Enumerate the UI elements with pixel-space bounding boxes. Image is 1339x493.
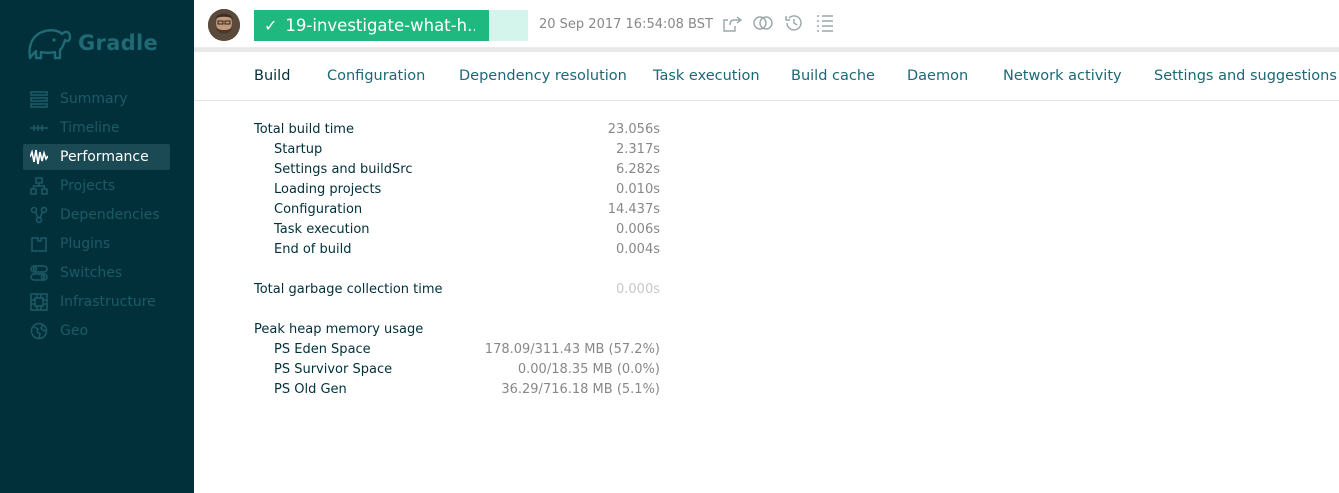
build-outcome-pill: ✓ 19-investigate-what-h... bbox=[254, 10, 528, 41]
row-label: End of build bbox=[274, 242, 352, 257]
sidebar-item-label: Summary bbox=[60, 91, 128, 107]
row-value: 0.010s bbox=[616, 182, 660, 197]
row-label: Total build time bbox=[254, 122, 354, 137]
table-row: Loading projects 0.010s bbox=[254, 180, 664, 200]
table-row: Settings and buildSrc 6.282s bbox=[254, 160, 664, 180]
sidebar-item-infrastructure[interactable]: Infrastructure bbox=[23, 289, 170, 315]
elephant-icon bbox=[28, 29, 72, 60]
sidebar-item-label: Performance bbox=[60, 149, 149, 165]
row-value: 23.056s bbox=[607, 122, 660, 137]
logo-text: Gradle bbox=[78, 31, 159, 55]
build-header: ✓ 19-investigate-what-h... 20 Sep 2017 1… bbox=[194, 0, 1339, 48]
table-row: End of build 0.004s bbox=[254, 240, 664, 260]
table-row: Task execution 0.006s bbox=[254, 220, 664, 240]
tab-configuration[interactable]: Configuration bbox=[327, 68, 425, 84]
list-icon[interactable] bbox=[813, 11, 837, 35]
row-label: PS Old Gen bbox=[274, 382, 347, 397]
tab-daemon[interactable]: Daemon bbox=[907, 68, 968, 84]
build-timestamp: 20 Sep 2017 16:54:08 BST bbox=[539, 17, 713, 32]
row-value: 0.004s bbox=[616, 242, 660, 257]
row-value: 2.317s bbox=[616, 142, 660, 157]
summary-icon bbox=[29, 90, 49, 108]
row-label: Startup bbox=[274, 142, 323, 157]
sidebar-item-label: Switches bbox=[60, 265, 123, 281]
sidebar-nav: Summary Timeline Performance Projects De… bbox=[23, 86, 170, 347]
plugins-icon bbox=[29, 235, 49, 253]
tab-build[interactable]: Build bbox=[254, 68, 290, 84]
row-value: 14.437s bbox=[607, 202, 660, 217]
sidebar: Gradle Summary Timeline Performance Proj… bbox=[0, 0, 194, 493]
row-label: PS Eden Space bbox=[274, 342, 371, 357]
row-value: 6.282s bbox=[616, 162, 660, 177]
sidebar-item-label: Geo bbox=[60, 323, 89, 339]
table-row: Configuration 14.437s bbox=[254, 200, 664, 220]
table-row: PS Eden Space 178.09/311.43 MB (57.2%) bbox=[254, 340, 664, 360]
performance-tabs: Build Configuration Dependency resolutio… bbox=[194, 52, 1339, 101]
projects-icon bbox=[29, 177, 49, 195]
dependencies-icon bbox=[29, 206, 49, 224]
history-icon[interactable] bbox=[782, 11, 806, 35]
row-label: Loading projects bbox=[274, 182, 382, 197]
sidebar-item-label: Infrastructure bbox=[60, 294, 156, 310]
row-value: 178.09/311.43 MB (57.2%) bbox=[484, 342, 660, 357]
row-value: 0.000s bbox=[616, 282, 660, 297]
row-label: Settings and buildSrc bbox=[274, 162, 413, 177]
tab-task-execution[interactable]: Task execution bbox=[653, 68, 760, 84]
gc-time-row: Total garbage collection time 0.000s bbox=[254, 280, 664, 300]
tab-dependency-resolution[interactable]: Dependency resolution bbox=[459, 68, 627, 84]
tab-network-activity[interactable]: Network activity bbox=[1003, 68, 1122, 84]
sidebar-item-dependencies[interactable]: Dependencies bbox=[23, 202, 170, 228]
row-value: 0.006s bbox=[616, 222, 660, 237]
sidebar-item-summary[interactable]: Summary bbox=[23, 86, 170, 112]
avatar[interactable] bbox=[208, 9, 240, 41]
build-branch-button[interactable]: ✓ 19-investigate-what-h... bbox=[254, 10, 489, 41]
sidebar-item-projects[interactable]: Projects bbox=[23, 173, 170, 199]
row-label: PS Survivor Space bbox=[274, 362, 393, 377]
table-row: PS Survivor Space 0.00/18.35 MB (0.0%) bbox=[254, 360, 664, 380]
row-value: 36.29/716.18 MB (5.1%) bbox=[501, 382, 660, 397]
build-performance-panel: Total build time 23.056s Startup 2.317s … bbox=[254, 120, 664, 400]
row-value: 0.00/18.35 MB (0.0%) bbox=[517, 362, 660, 377]
timeline-icon bbox=[29, 119, 49, 137]
compare-icon[interactable] bbox=[751, 11, 775, 35]
gradle-logo[interactable]: Gradle bbox=[24, 20, 158, 64]
row-label: Total garbage collection time bbox=[254, 282, 443, 297]
sidebar-item-label: Timeline bbox=[60, 120, 120, 136]
tab-settings-and-suggestions[interactable]: Settings and suggestions bbox=[1154, 68, 1337, 84]
share-icon[interactable] bbox=[720, 11, 744, 35]
row-label: Task execution bbox=[274, 222, 370, 237]
row-label: Configuration bbox=[274, 202, 363, 217]
switches-icon bbox=[29, 264, 49, 282]
sidebar-item-switches[interactable]: Switches bbox=[23, 260, 170, 286]
table-row: PS Old Gen 36.29/716.18 MB (5.1%) bbox=[254, 380, 664, 400]
row-label: Peak heap memory usage bbox=[254, 322, 424, 337]
sidebar-item-label: Projects bbox=[60, 178, 116, 194]
sidebar-item-label: Plugins bbox=[60, 236, 111, 252]
sidebar-item-timeline[interactable]: Timeline bbox=[23, 115, 170, 141]
sidebar-item-performance[interactable]: Performance bbox=[23, 144, 170, 170]
sidebar-item-label: Dependencies bbox=[60, 207, 160, 223]
peak-heap-row: Peak heap memory usage bbox=[254, 320, 664, 340]
infrastructure-icon bbox=[29, 293, 49, 311]
branch-name: 19-investigate-what-h... bbox=[285, 16, 476, 35]
sidebar-item-plugins[interactable]: Plugins bbox=[23, 231, 170, 257]
globe-icon bbox=[29, 322, 49, 340]
sidebar-item-geo[interactable]: Geo bbox=[23, 318, 170, 344]
check-icon: ✓ bbox=[264, 16, 278, 35]
performance-icon bbox=[29, 148, 49, 166]
header-toolbar bbox=[720, 11, 844, 35]
tab-build-cache[interactable]: Build cache bbox=[791, 68, 875, 84]
table-row: Startup 2.317s bbox=[254, 140, 664, 160]
total-build-time-row: Total build time 23.056s bbox=[254, 120, 664, 140]
